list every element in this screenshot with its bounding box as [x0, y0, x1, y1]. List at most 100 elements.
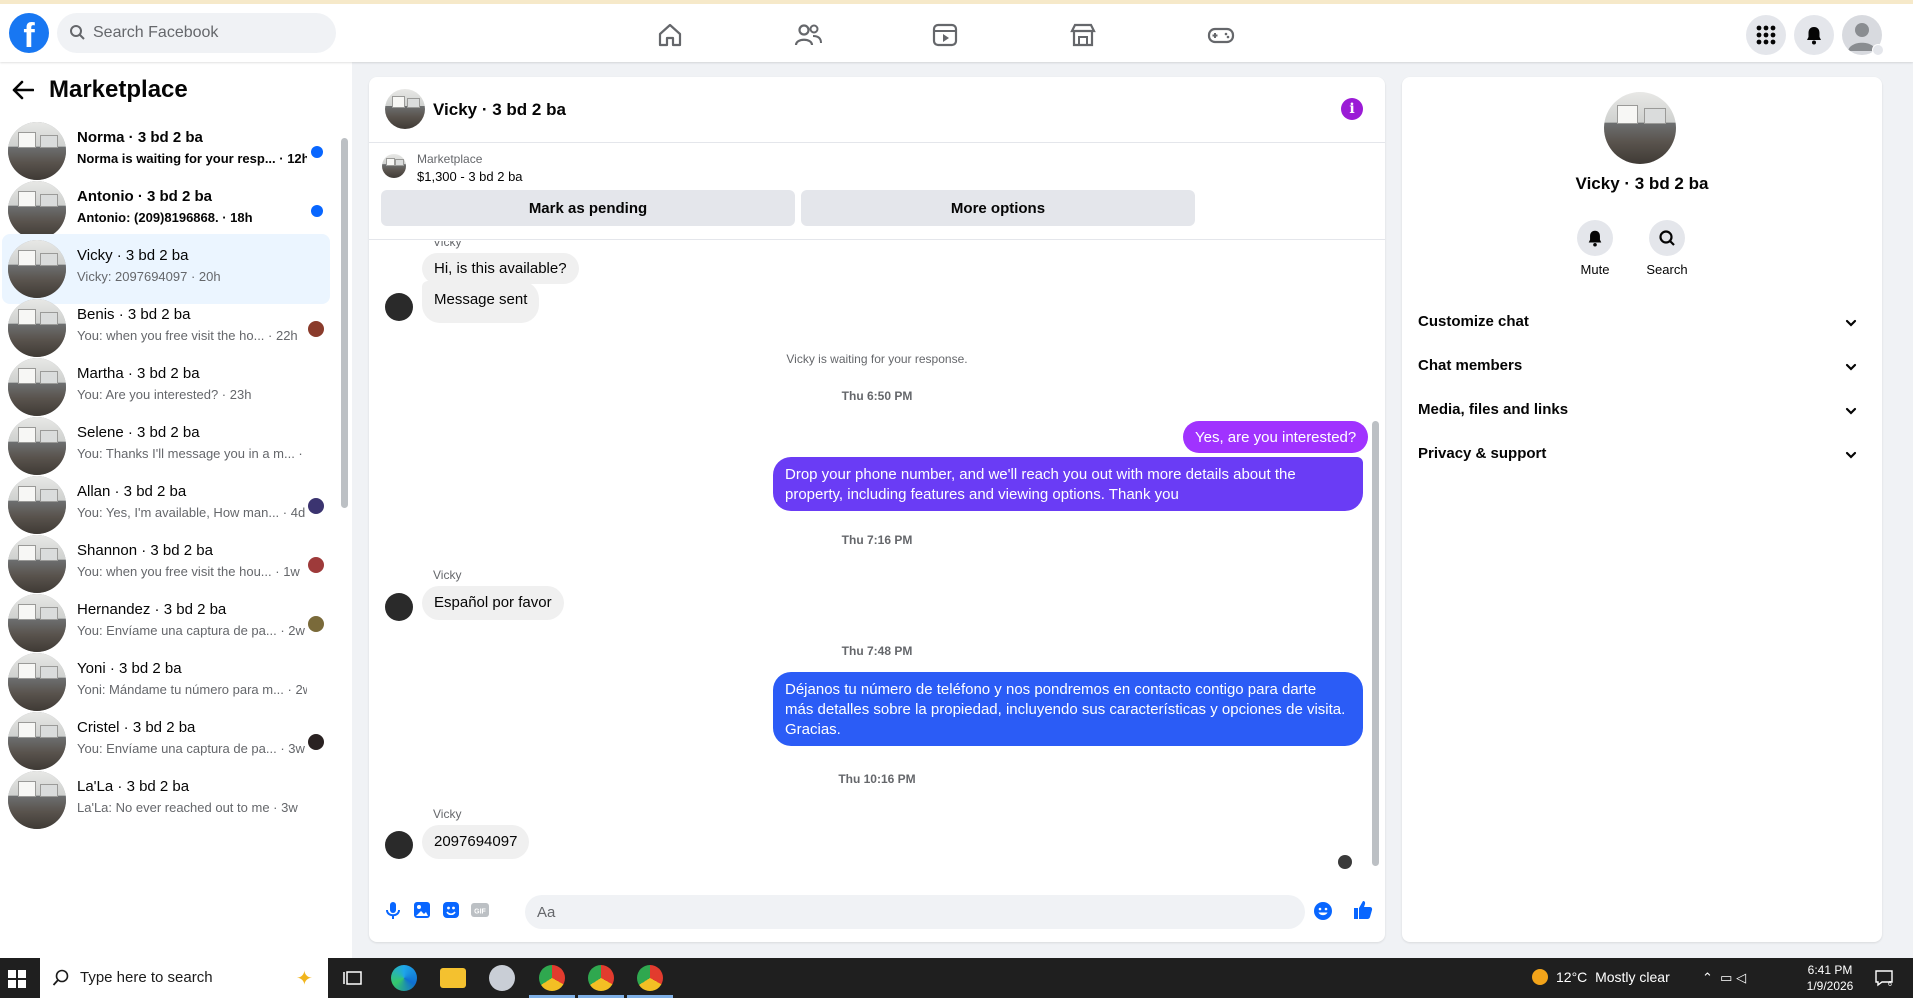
- customize-chat-section[interactable]: Customize chat: [1410, 303, 1874, 343]
- page-scrollbar[interactable]: [1894, 62, 1913, 958]
- conversation-name: Selene · 3 bd 2 ba: [77, 424, 200, 441]
- edge-browser-icon[interactable]: [391, 965, 417, 991]
- back-arrow-icon[interactable]: [12, 80, 34, 100]
- listing-thumbnail: [8, 417, 66, 475]
- timestamp: Thu 10:16 PM: [838, 772, 916, 786]
- listing-thumbnail: [8, 358, 66, 416]
- conversation-preview: You: Thanks I'll message you in a m... ·…: [77, 446, 307, 461]
- home-icon[interactable]: [655, 20, 685, 50]
- conversation-name: Norma · 3 bd 2 ba: [77, 129, 203, 146]
- moon-weather-icon: [1532, 969, 1548, 985]
- system-tray[interactable]: ⌃ ▭ ◁: [1702, 970, 1746, 986]
- chrome-icon[interactable]: [529, 965, 575, 998]
- listing-thumbnail: [8, 299, 66, 357]
- mark-as-pending-button[interactable]: Mark as pending: [381, 190, 795, 226]
- conversation-preview: You: Yes, I'm available, How man... · 4d: [77, 505, 306, 520]
- video-icon[interactable]: [930, 20, 960, 50]
- app-icon[interactable]: [489, 965, 515, 991]
- conversation-preview: You: Envíame una captura de pa... · 2w: [77, 623, 305, 638]
- top-navigation-bar: f: [0, 0, 1913, 62]
- chrome-profile-icon[interactable]: [578, 965, 624, 998]
- conversation-name: Shannon · 3 bd 2 ba: [77, 542, 213, 559]
- message-thread: Vicky Hi, is this available? Message sen…: [369, 241, 1385, 873]
- photo-icon[interactable]: [411, 899, 433, 921]
- contact-avatar-large[interactable]: [1604, 92, 1676, 164]
- chrome-profile-icon[interactable]: [627, 965, 673, 998]
- task-view-icon[interactable]: [341, 965, 367, 991]
- message-bubble-incoming[interactable]: 2097694097: [422, 825, 530, 859]
- message-bubble-incoming[interactable]: Hi, is this available?: [422, 253, 579, 284]
- marketplace-icon[interactable]: [1068, 20, 1098, 50]
- message-bubble-incoming[interactable]: Message sent: [422, 281, 540, 323]
- listing-banner: Marketplace $1,300 - 3 bd 2 ba Mark as p…: [369, 144, 1385, 240]
- message-input[interactable]: [525, 895, 1305, 929]
- media-files-links-section[interactable]: Media, files and links: [1410, 391, 1874, 431]
- weather-temp: 12°C: [1556, 969, 1588, 985]
- notification-count: 6: [1888, 981, 1892, 988]
- chat-title[interactable]: Vicky · 3 bd 2 ba: [433, 100, 566, 120]
- friends-icon[interactable]: [793, 20, 823, 50]
- facebook-search[interactable]: [57, 13, 336, 53]
- network-icon[interactable]: ▭: [1720, 970, 1732, 985]
- taskbar-clock[interactable]: 6:41 PM 1/9/2026: [1790, 962, 1870, 994]
- sender-name: Vicky: [433, 241, 462, 249]
- message-bubble-outgoing[interactable]: Yes, are you interested?: [1183, 421, 1369, 453]
- gaming-icon[interactable]: [1206, 20, 1236, 50]
- chat-avatar[interactable]: [385, 89, 425, 129]
- account-chevron-icon[interactable]: [1872, 44, 1884, 56]
- mute-action[interactable]: Mute: [1565, 220, 1625, 277]
- listing-thumbnail: [8, 122, 66, 180]
- windows-start-icon[interactable]: [8, 970, 26, 988]
- search-input[interactable]: [93, 13, 323, 53]
- listing-thumbnail: [8, 712, 66, 770]
- privacy-support-section[interactable]: Privacy & support: [1410, 435, 1874, 475]
- read-receipt-avatar: [308, 321, 324, 337]
- more-options-button[interactable]: More options: [801, 190, 1195, 226]
- section-label: Media, files and links: [1418, 401, 1569, 418]
- timestamp: Thu 7:16 PM: [841, 533, 913, 547]
- microphone-icon[interactable]: [382, 899, 404, 921]
- notifications-button[interactable]: [1794, 15, 1834, 55]
- sender-name: Vicky: [433, 807, 462, 821]
- read-receipt-avatar: [308, 616, 324, 632]
- chevron-down-icon: [1845, 319, 1857, 327]
- conversation-preview: Yoni: Mándame tu número para m... · 2w: [77, 682, 307, 697]
- mute-label: Mute: [1580, 262, 1610, 277]
- listing-thumbnail[interactable]: [382, 154, 406, 178]
- chat-members-section[interactable]: Chat members: [1410, 347, 1874, 387]
- gif-icon[interactable]: GIF: [469, 899, 491, 921]
- clock-time: 6:41 PM: [1807, 963, 1853, 977]
- conversation-item[interactable]: La'La · 3 bd 2 ba La'La: No ever reached …: [2, 765, 330, 835]
- weather-widget[interactable]: 12°C Mostly clear: [1532, 969, 1670, 985]
- sticker-icon[interactable]: [440, 899, 462, 921]
- menu-grid-icon: [1756, 25, 1776, 45]
- listing-price[interactable]: $1,300 - 3 bd 2 ba: [417, 169, 523, 184]
- search-action[interactable]: Search: [1637, 220, 1697, 277]
- info-icon[interactable]: i: [1341, 98, 1363, 120]
- conversation-name: Vicky · 3 bd 2 ba: [77, 247, 189, 264]
- conversation-list[interactable]: Norma · 3 bd 2 ba Norma is waiting for yo…: [0, 116, 340, 954]
- chevron-up-icon[interactable]: ⌃: [1702, 970, 1713, 985]
- conversation-preview: You: Are you interested? · 23h: [77, 387, 252, 402]
- message-bubble-outgoing[interactable]: Déjanos tu número de teléfono y nos pond…: [773, 672, 1363, 746]
- bell-icon: [1588, 230, 1602, 247]
- file-explorer-icon[interactable]: [440, 968, 466, 988]
- chat-scrollbar[interactable]: [1367, 241, 1381, 881]
- volume-icon[interactable]: ◁: [1736, 970, 1746, 985]
- message-bubble-outgoing[interactable]: Drop your phone number, and we'll reach …: [773, 457, 1363, 511]
- listing-thumbnail: [8, 653, 66, 711]
- notification-center-icon[interactable]: 6: [1874, 968, 1894, 988]
- emoji-icon[interactable]: [1313, 901, 1333, 921]
- conversation-name: Martha · 3 bd 2 ba: [77, 365, 200, 382]
- thumbs-up-icon[interactable]: [1351, 898, 1375, 922]
- facebook-logo[interactable]: f: [9, 13, 49, 53]
- chat-panel: Vicky · 3 bd 2 ba i Marketplace $1,300 -…: [369, 77, 1385, 942]
- sidebar-scrollbar[interactable]: [340, 118, 348, 953]
- conversation-preview: You: when you free visit the hou... · 1w: [77, 564, 300, 579]
- listing-thumbnail: [8, 240, 66, 298]
- conversation-name: Antonio · 3 bd 2 ba: [77, 188, 212, 205]
- message-bubble-incoming[interactable]: Español por favor: [422, 586, 564, 620]
- taskbar-search[interactable]: Type here to search ✦: [40, 958, 328, 998]
- menu-button[interactable]: [1746, 15, 1786, 55]
- conversation-name: Yoni · 3 bd 2 ba: [77, 660, 182, 677]
